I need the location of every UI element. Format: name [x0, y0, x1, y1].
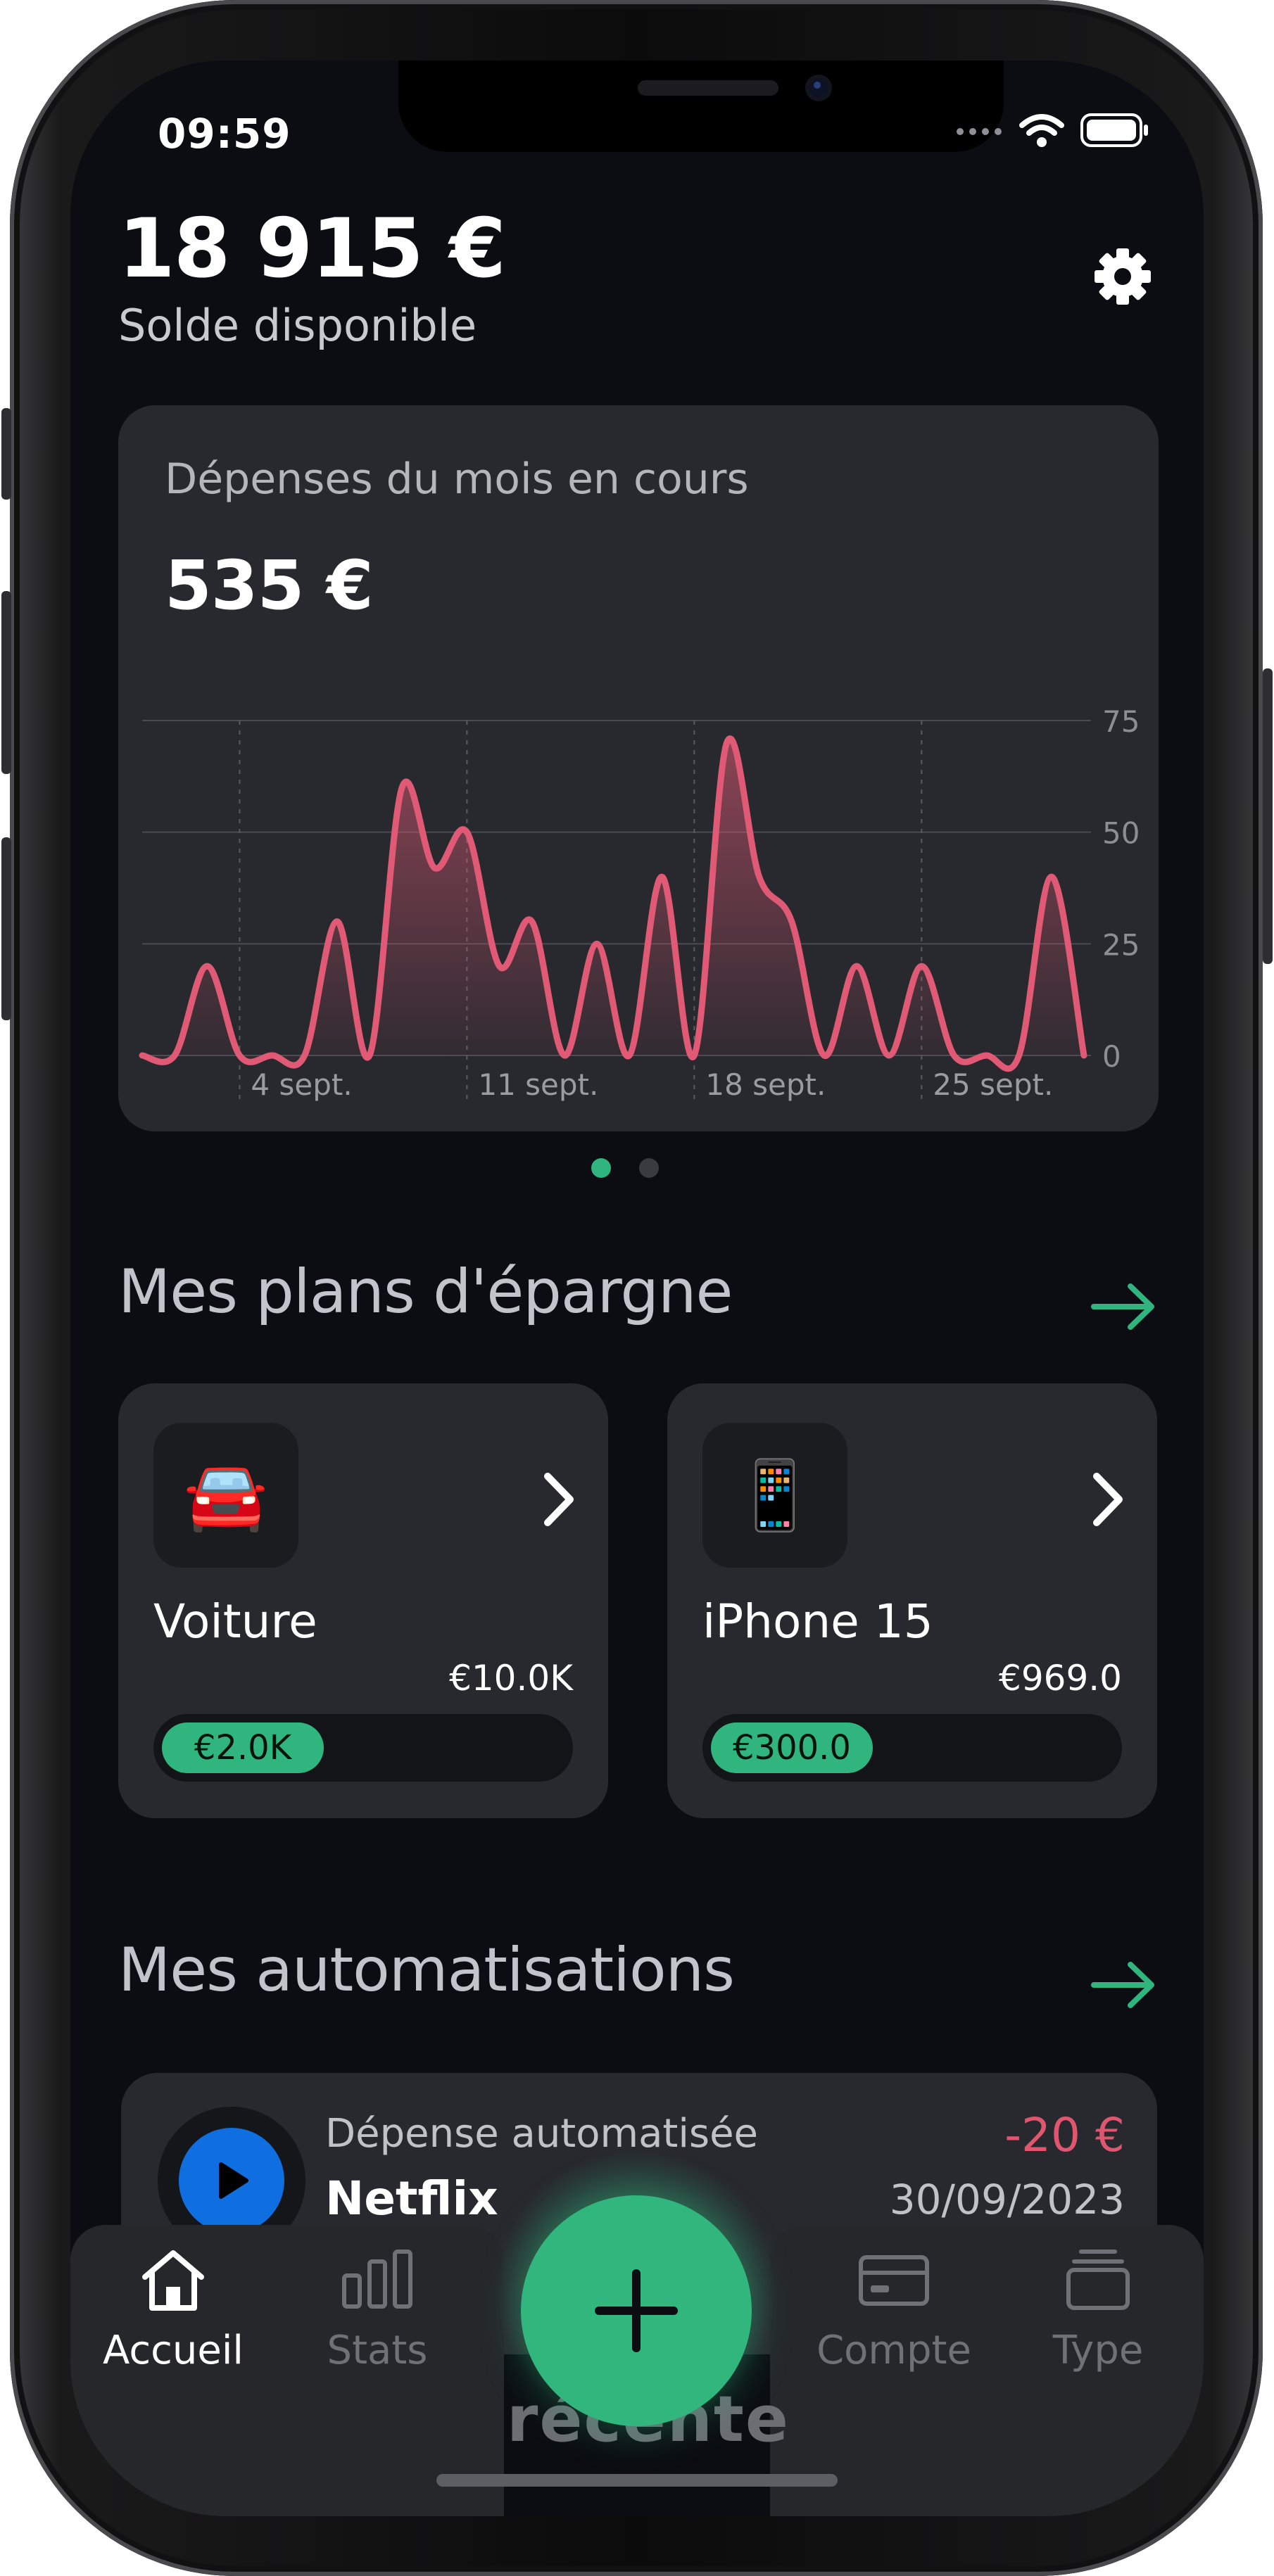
spending-line	[139, 735, 1087, 1072]
page-dot-2[interactable]	[639, 1158, 659, 1178]
spending-chart: 0 25 50 75 4 sept. 11 sept. 18 sept. 25 sept.	[139, 704, 1140, 1105]
tab-stats-label: Stats	[327, 2328, 428, 2373]
car-icon: 🚘	[153, 1423, 298, 1568]
plan-target: €10.0K	[449, 1658, 573, 1699]
tab-account[interactable]: Compte	[802, 2246, 985, 2373]
x-tick-label: 25 sept.	[933, 1067, 1053, 1102]
earpiece-speaker	[638, 80, 778, 96]
chevron-right-icon[interactable]	[538, 1468, 580, 1531]
page-indicator	[591, 1158, 659, 1178]
savings-plan-card[interactable]: 📱 iPhone 15 €969.0 €300.0	[667, 1383, 1157, 1818]
plan-progress-bar: €300.0	[702, 1714, 1122, 1782]
wifi-icon	[1019, 114, 1064, 147]
plus-icon	[595, 2269, 678, 2352]
add-button[interactable]	[521, 2195, 752, 2426]
tab-type[interactable]: Type	[1007, 2246, 1190, 2373]
plan-name: iPhone 15	[702, 1594, 933, 1649]
automation-date: 30/09/2023	[889, 2176, 1125, 2223]
plan-saved-amount: €300.0	[733, 1728, 851, 1768]
cellular-signal-icon	[957, 128, 1002, 135]
gear-icon[interactable]	[1091, 245, 1154, 308]
tab-stats[interactable]: Stats	[286, 2246, 469, 2373]
plan-progress-fill: €2.0K	[162, 1722, 324, 1773]
phone-emoji: 📱	[733, 1455, 817, 1535]
plan-progress-bar: €2.0K	[153, 1714, 573, 1782]
tab-home-label: Accueil	[103, 2328, 244, 2373]
savings-section-title: Mes plans d'épargne	[118, 1257, 733, 1327]
x-tick-label: 4 sept.	[251, 1067, 352, 1102]
tab-home[interactable]: Accueil	[82, 2246, 265, 2373]
battery-icon	[1080, 113, 1148, 147]
automations-section-title: Mes automatisations	[118, 1935, 735, 2005]
plan-saved-amount: €2.0K	[194, 1728, 292, 1768]
automation-type: Dépense automatisée	[325, 2111, 758, 2157]
bar-chart-icon	[342, 2250, 412, 2309]
plan-name: Voiture	[153, 1594, 317, 1649]
play-icon	[219, 2162, 248, 2199]
x-tick-label: 11 sept.	[478, 1067, 598, 1102]
home-icon	[142, 2250, 204, 2311]
arrow-right-icon[interactable]	[1091, 1282, 1157, 1331]
plan-progress-fill: €300.0	[711, 1722, 873, 1773]
savings-plan-card[interactable]: 🚘 Voiture €10.0K €2.0K	[118, 1383, 608, 1818]
x-tick-label: 18 sept.	[705, 1067, 826, 1102]
chevron-right-icon[interactable]	[1087, 1468, 1129, 1531]
status-icons	[956, 113, 1150, 148]
power-button	[1263, 668, 1273, 964]
card-icon	[859, 2255, 929, 2306]
page-dot-1[interactable]	[591, 1158, 611, 1178]
y-tick-label: 0	[1102, 1039, 1121, 1074]
front-camera	[805, 75, 832, 101]
y-tick-label: 50	[1102, 816, 1140, 851]
balance-amount: 18 915 €	[118, 201, 506, 296]
plan-target: €969.0	[999, 1658, 1122, 1699]
y-tick-label: 25	[1102, 927, 1140, 962]
automation-name: Netflix	[325, 2171, 498, 2226]
phone-icon: 📱	[702, 1423, 847, 1568]
volume-up-button	[1, 591, 11, 774]
app-screen: 09:59 18 915 € Solde disponible Dépenses…	[70, 61, 1204, 2516]
monthly-spending-card[interactable]: Dépenses du mois en cours 535 € 0 25 50 75 4…	[118, 405, 1159, 1131]
balance-label: Solde disponible	[118, 300, 477, 351]
arrow-right-icon[interactable]	[1091, 1960, 1157, 2010]
tab-type-label: Type	[1052, 2328, 1144, 2373]
home-indicator	[436, 2474, 838, 2487]
silent-switch	[1, 408, 11, 500]
stack-icon	[1066, 2250, 1130, 2310]
y-tick-label: 75	[1102, 704, 1140, 739]
notch	[398, 61, 1004, 152]
car-emoji: 🚘	[184, 1455, 268, 1535]
automation-amount: -20 €	[1004, 2108, 1125, 2162]
volume-down-button	[1, 837, 11, 1020]
tab-account-label: Compte	[816, 2328, 971, 2373]
status-time: 09:59	[158, 110, 291, 158]
